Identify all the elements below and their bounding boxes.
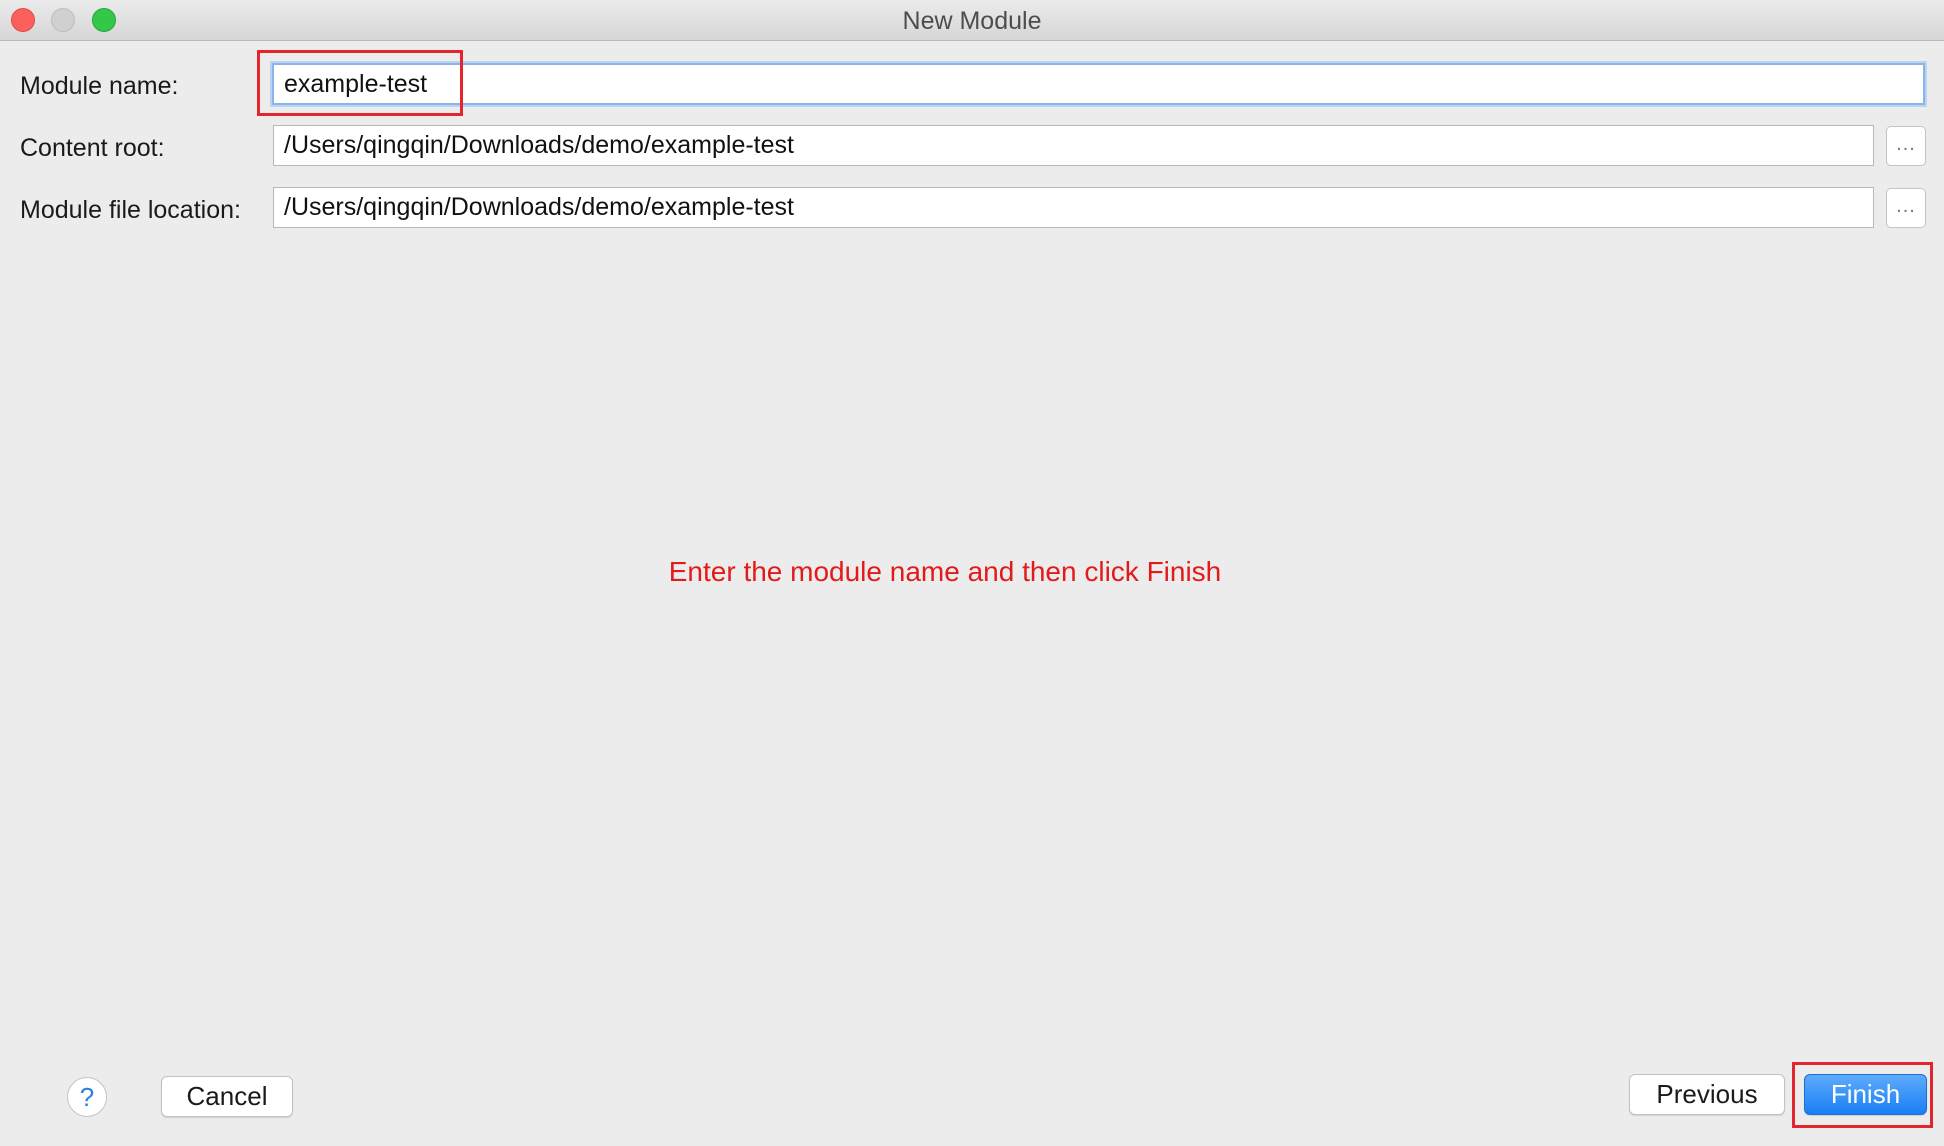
module-file-location-browse-button[interactable]: ... [1886,188,1926,228]
module-name-label: Module name: [20,72,179,100]
content-root-input[interactable] [273,125,1874,166]
window-title: New Module [902,7,1042,35]
module-file-location-input[interactable] [273,187,1874,228]
instruction-annotation: Enter the module name and then click Fin… [668,556,1222,587]
content-root-browse-button[interactable]: ... [1886,126,1926,166]
help-button[interactable]: ? [67,1077,107,1117]
new-module-dialog: New Module Module name: Content root: ..… [0,0,1944,1146]
content-root-label: Content root: [20,134,165,162]
module-file-location-label: Module file location: [20,196,241,224]
finish-button[interactable]: Finish [1804,1074,1927,1115]
title-bar: New Module [0,0,1944,41]
previous-button[interactable]: Previous [1629,1074,1785,1115]
cancel-button[interactable]: Cancel [161,1076,293,1117]
module-name-input[interactable] [272,63,1925,105]
